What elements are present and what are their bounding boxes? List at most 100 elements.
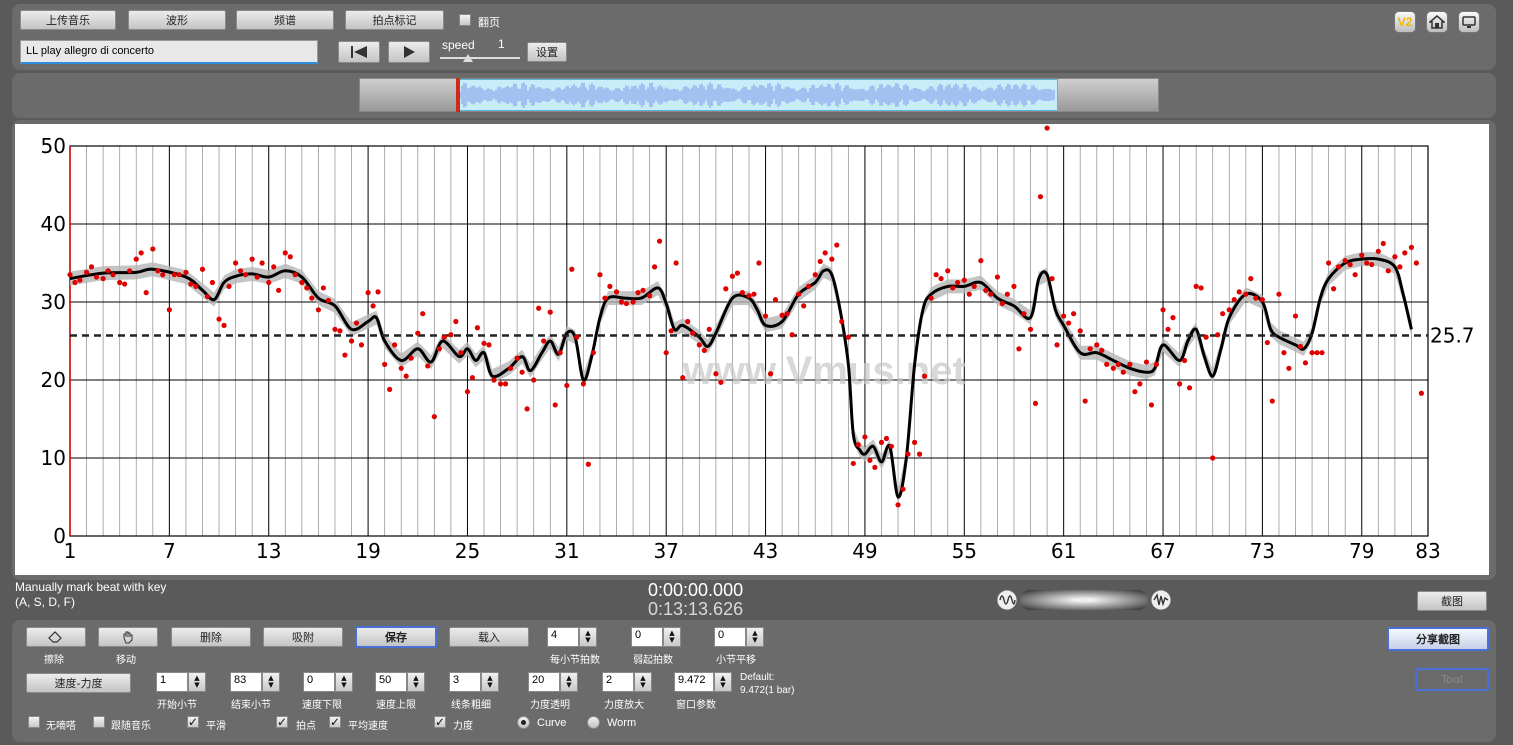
beat-point[interactable]	[287, 254, 293, 260]
beat-point[interactable]	[448, 332, 454, 338]
beat-point[interactable]	[739, 290, 745, 296]
beat-point[interactable]	[1331, 286, 1337, 292]
beat-point[interactable]	[978, 258, 984, 264]
beat-point[interactable]	[597, 272, 603, 278]
beat-point[interactable]	[1153, 361, 1159, 367]
dyn-zoom-arrows[interactable]: ▲ ▼	[634, 672, 652, 692]
beat-point[interactable]	[436, 346, 442, 352]
pickup-stepper[interactable]: 0 ▲ ▼	[631, 627, 681, 647]
erase-button[interactable]	[26, 627, 86, 647]
bar-shift-arrows[interactable]: ▲ ▼	[746, 627, 764, 647]
beat-point[interactable]	[249, 256, 255, 262]
beat-point[interactable]	[746, 293, 752, 299]
tool-button[interactable]: Tool	[1415, 668, 1489, 691]
beat-point[interactable]	[375, 289, 381, 295]
beat-point[interactable]	[358, 342, 365, 348]
beat-point[interactable]	[1120, 369, 1126, 375]
beat-point[interactable]	[883, 435, 890, 442]
beat-point[interactable]	[1253, 295, 1259, 301]
beat-point[interactable]	[950, 285, 956, 291]
beat-point[interactable]	[602, 295, 608, 301]
spectrum-button[interactable]: 频谱	[236, 10, 334, 30]
beat-point[interactable]	[353, 320, 360, 326]
beat-point[interactable]	[1408, 244, 1415, 250]
beat-point[interactable]	[382, 361, 388, 367]
beat-mark-button[interactable]: 拍点标记	[345, 10, 444, 30]
beat-point[interactable]	[1297, 343, 1304, 350]
beat-point[interactable]	[635, 290, 641, 296]
beat-point[interactable]	[254, 274, 260, 280]
end-bar-value[interactable]: 83	[230, 672, 262, 692]
beat-point[interactable]	[630, 299, 636, 305]
line-width-value[interactable]: 3	[449, 672, 481, 692]
start-bar-stepper[interactable]: 1 ▲ ▼	[156, 672, 206, 692]
start-bar-arrows[interactable]: ▲ ▼	[188, 672, 206, 692]
speed-min-arrows[interactable]: ▲ ▼	[335, 672, 353, 692]
beat-point[interactable]	[420, 311, 426, 317]
beat-point[interactable]	[221, 322, 227, 328]
beat-point[interactable]	[1314, 350, 1320, 356]
line-width-stepper[interactable]: 3 ▲ ▼	[449, 672, 499, 692]
v2-button[interactable]: V2	[1394, 11, 1416, 33]
beat-point[interactable]	[1016, 346, 1022, 352]
beat-point[interactable]	[117, 279, 123, 286]
beat-point[interactable]	[916, 451, 923, 457]
chart-canvas[interactable]: www.Vmus.net 25.7 0 10 20 30 40 50 1 7 13 19 25 31 37 4…	[15, 124, 1489, 575]
beat-point[interactable]	[850, 460, 856, 467]
save-button[interactable]: 保存	[355, 626, 437, 648]
beat-point[interactable]	[796, 291, 802, 297]
beat-point[interactable]	[1352, 272, 1358, 278]
window-arrows[interactable]: ▲ ▼	[714, 672, 732, 692]
beat-point[interactable]	[83, 269, 90, 275]
beat-point[interactable]	[216, 316, 222, 322]
snap-button[interactable]: 吸附	[263, 627, 343, 647]
beat-point[interactable]	[564, 382, 570, 389]
beat-point[interactable]	[486, 342, 492, 348]
beat-point[interactable]	[1082, 398, 1088, 404]
beat-point[interactable]	[1375, 248, 1381, 254]
dynamics-checkbox[interactable]: ✓	[434, 716, 446, 728]
beat-point[interactable]	[226, 283, 232, 289]
beat-point[interactable]	[1186, 385, 1193, 391]
beat-point[interactable]	[839, 318, 845, 325]
beat-point[interactable]	[718, 379, 724, 385]
delete-button[interactable]: 删除	[171, 627, 251, 647]
beat-point[interactable]	[652, 264, 658, 270]
beat-point[interactable]	[171, 272, 177, 278]
beat-point[interactable]	[900, 486, 906, 492]
beat-point[interactable]	[762, 313, 769, 319]
upload-music-button[interactable]: 上传音乐	[20, 10, 116, 30]
beat-point[interactable]	[1148, 402, 1155, 408]
beat-point[interactable]	[928, 295, 934, 301]
beat-point[interactable]	[105, 268, 111, 274]
beat-point[interactable]	[398, 365, 404, 371]
beat-point[interactable]	[1165, 326, 1171, 332]
beat-point[interactable]	[1276, 291, 1282, 297]
beat-point[interactable]	[1413, 260, 1420, 266]
beat-point[interactable]	[481, 340, 487, 346]
beat-point[interactable]	[1364, 260, 1370, 266]
beat-point[interactable]	[348, 338, 355, 344]
beat-point[interactable]	[751, 291, 757, 297]
beat-point[interactable]	[1132, 389, 1138, 395]
speed-slider[interactable]	[440, 54, 520, 62]
beat-point[interactable]	[453, 318, 459, 325]
beat-point[interactable]	[855, 442, 861, 448]
beat-point[interactable]	[1127, 361, 1133, 367]
pickup-arrows[interactable]: ▲ ▼	[663, 627, 681, 647]
beat-point[interactable]	[1215, 332, 1221, 338]
beat-point[interactable]	[1397, 264, 1403, 270]
beat-point[interactable]	[945, 268, 951, 274]
beat-point[interactable]	[1198, 285, 1204, 291]
beat-point[interactable]	[1220, 311, 1226, 317]
volume-control[interactable]	[996, 588, 1172, 612]
beat-point[interactable]	[756, 260, 762, 266]
beat-point[interactable]	[519, 369, 525, 375]
beat-point[interactable]	[1226, 307, 1232, 313]
beat-point[interactable]	[1070, 311, 1077, 317]
beat-point[interactable]	[590, 350, 596, 356]
beat-point[interactable]	[685, 318, 691, 325]
beat-point[interactable]	[72, 279, 78, 286]
play-button[interactable]	[388, 41, 430, 63]
end-bar-stepper[interactable]: 83 ▲ ▼	[230, 672, 280, 692]
